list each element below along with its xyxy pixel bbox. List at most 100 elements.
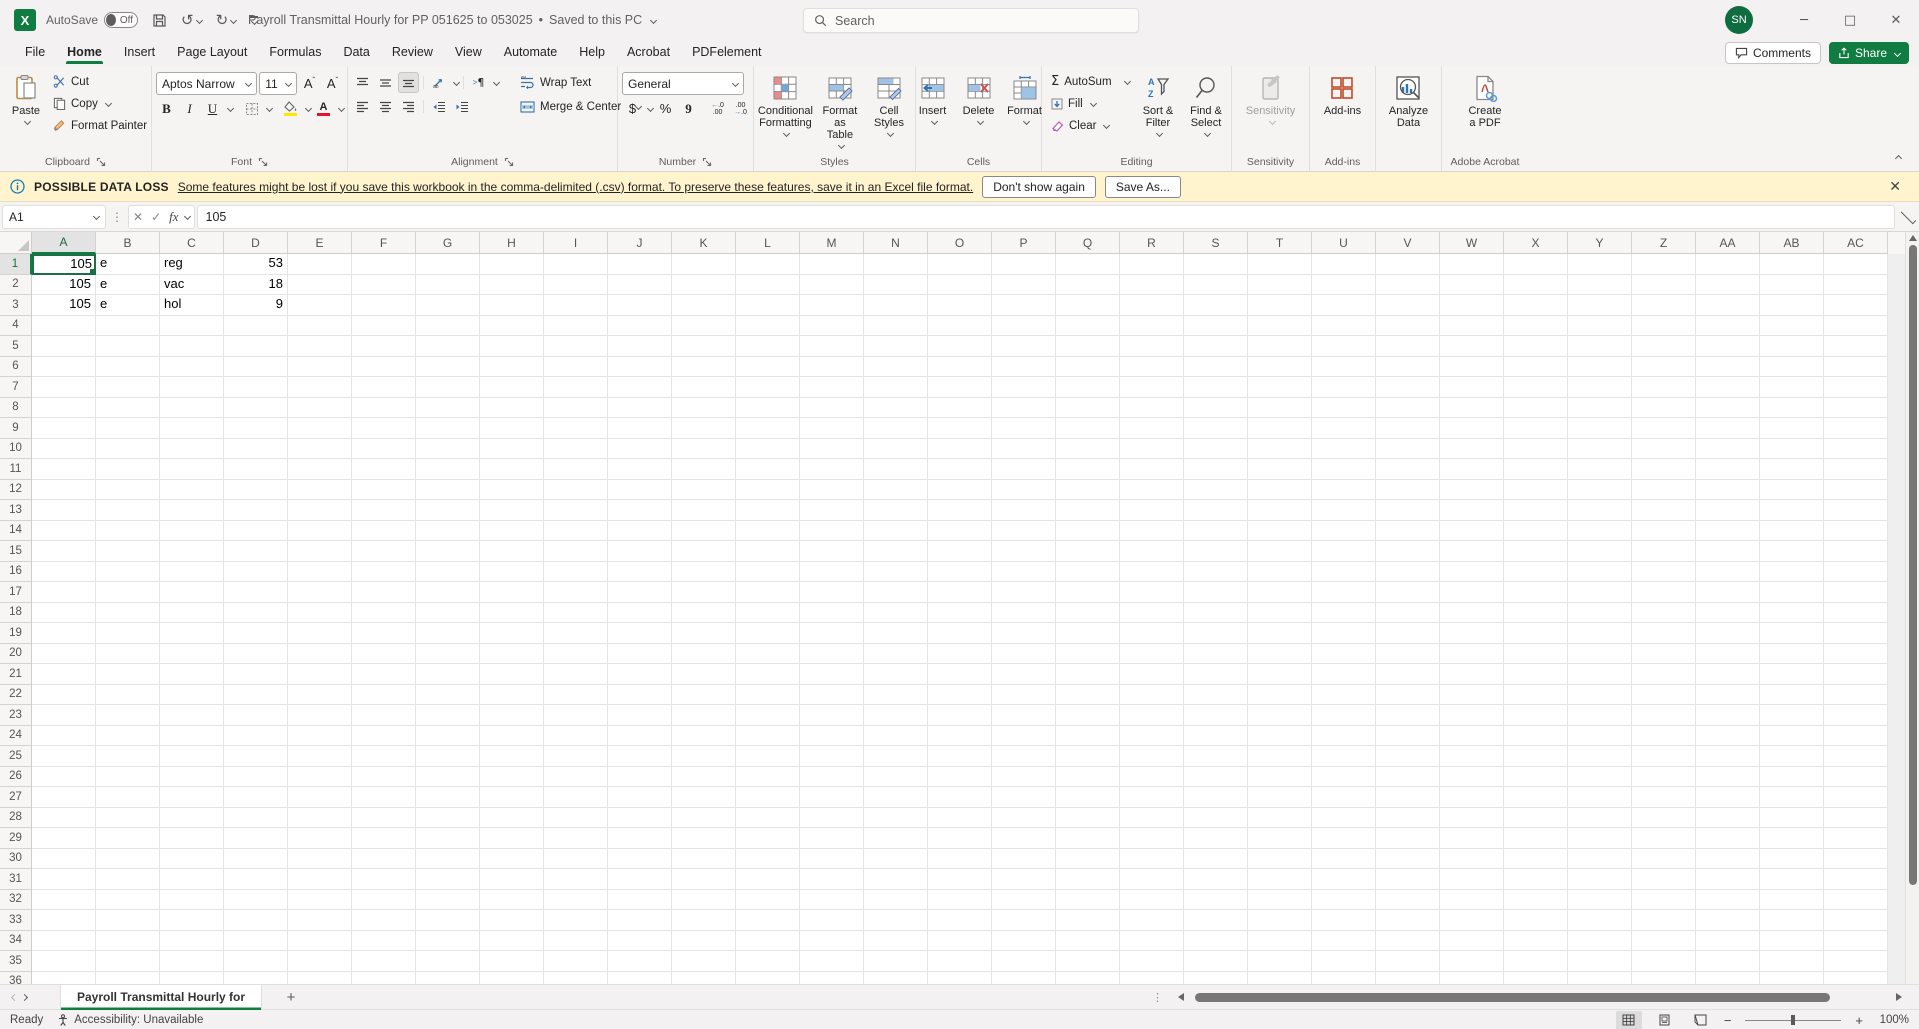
cell-X19[interactable]	[1504, 623, 1568, 644]
cell-V13[interactable]	[1376, 500, 1440, 521]
cell-G31[interactable]	[416, 869, 480, 890]
cell-B10[interactable]	[96, 439, 160, 460]
cell-R31[interactable]	[1120, 869, 1184, 890]
cell-J17[interactable]	[608, 582, 672, 603]
cell-Z4[interactable]	[1632, 316, 1696, 337]
cell-F16[interactable]	[352, 562, 416, 583]
cell-AA14[interactable]	[1696, 521, 1760, 542]
cell-G10[interactable]	[416, 439, 480, 460]
cell-AC32[interactable]	[1824, 890, 1888, 911]
cell-P33[interactable]	[992, 910, 1056, 931]
cell-I34[interactable]	[544, 931, 608, 952]
cell-T12[interactable]	[1248, 480, 1312, 501]
cell-AC14[interactable]	[1824, 521, 1888, 542]
cell-P27[interactable]	[992, 787, 1056, 808]
cell-R7[interactable]	[1120, 377, 1184, 398]
cell-V5[interactable]	[1376, 336, 1440, 357]
cell-K23[interactable]	[672, 705, 736, 726]
column-header-Y[interactable]: Y	[1568, 232, 1632, 254]
cell-D19[interactable]	[224, 623, 288, 644]
row-header-15[interactable]: 15	[0, 541, 32, 562]
cell-V6[interactable]	[1376, 357, 1440, 378]
new-sheet-button[interactable]: +	[276, 989, 306, 1006]
cell-AC9[interactable]	[1824, 418, 1888, 439]
cell-Q24[interactable]	[1056, 726, 1120, 747]
cell-W34[interactable]	[1440, 931, 1504, 952]
cell-I5[interactable]	[544, 336, 608, 357]
cell-G28[interactable]	[416, 808, 480, 829]
cell-S22[interactable]	[1184, 685, 1248, 706]
cell-AB9[interactable]	[1760, 418, 1824, 439]
cell-Y32[interactable]	[1568, 890, 1632, 911]
cell-W28[interactable]	[1440, 808, 1504, 829]
cell-Y3[interactable]	[1568, 295, 1632, 316]
cell-P29[interactable]	[992, 828, 1056, 849]
cell-C7[interactable]	[160, 377, 224, 398]
cell-U13[interactable]	[1312, 500, 1376, 521]
vertical-scroll-thumb[interactable]	[1909, 245, 1917, 885]
cell-R8[interactable]	[1120, 398, 1184, 419]
cell-H4[interactable]	[480, 316, 544, 337]
cell-A28[interactable]	[32, 808, 96, 829]
cell-Z18[interactable]	[1632, 603, 1696, 624]
cell-C17[interactable]	[160, 582, 224, 603]
row-header-6[interactable]: 6	[0, 357, 32, 378]
cell-I8[interactable]	[544, 398, 608, 419]
cell-J16[interactable]	[608, 562, 672, 583]
cell-I25[interactable]	[544, 746, 608, 767]
cell-W22[interactable]	[1440, 685, 1504, 706]
clear-button[interactable]: Clear	[1046, 115, 1132, 136]
cell-Q36[interactable]	[1056, 972, 1120, 985]
cell-V15[interactable]	[1376, 541, 1440, 562]
cell-K15[interactable]	[672, 541, 736, 562]
cell-AA4[interactable]	[1696, 316, 1760, 337]
cell-D7[interactable]	[224, 377, 288, 398]
cell-G18[interactable]	[416, 603, 480, 624]
cell-X22[interactable]	[1504, 685, 1568, 706]
cell-R27[interactable]	[1120, 787, 1184, 808]
cell-B31[interactable]	[96, 869, 160, 890]
cell-AB27[interactable]	[1760, 787, 1824, 808]
cell-K13[interactable]	[672, 500, 736, 521]
cell-R35[interactable]	[1120, 951, 1184, 972]
cell-C29[interactable]	[160, 828, 224, 849]
cell-K18[interactable]	[672, 603, 736, 624]
cell-AA10[interactable]	[1696, 439, 1760, 460]
column-header-T[interactable]: T	[1248, 232, 1312, 254]
cell-AC11[interactable]	[1824, 459, 1888, 480]
cell-H5[interactable]	[480, 336, 544, 357]
cell-T21[interactable]	[1248, 664, 1312, 685]
cell-D12[interactable]	[224, 480, 288, 501]
cell-R23[interactable]	[1120, 705, 1184, 726]
format-as-table-button[interactable]: Format as Table	[815, 70, 865, 151]
cell-L29[interactable]	[736, 828, 800, 849]
cell-S10[interactable]	[1184, 439, 1248, 460]
cell-Q19[interactable]	[1056, 623, 1120, 644]
cell-N25[interactable]	[864, 746, 928, 767]
cell-Y15[interactable]	[1568, 541, 1632, 562]
cell-S7[interactable]	[1184, 377, 1248, 398]
cell-O13[interactable]	[928, 500, 992, 521]
cell-D34[interactable]	[224, 931, 288, 952]
cell-N31[interactable]	[864, 869, 928, 890]
cell-K26[interactable]	[672, 767, 736, 788]
column-header-M[interactable]: M	[800, 232, 864, 254]
cell-C16[interactable]	[160, 562, 224, 583]
cell-D33[interactable]	[224, 910, 288, 931]
cell-AB22[interactable]	[1760, 685, 1824, 706]
cell-Z29[interactable]	[1632, 828, 1696, 849]
cell-AB8[interactable]	[1760, 398, 1824, 419]
cell-O11[interactable]	[928, 459, 992, 480]
cell-E25[interactable]	[288, 746, 352, 767]
cell-N5[interactable]	[864, 336, 928, 357]
cell-Y24[interactable]	[1568, 726, 1632, 747]
cell-S21[interactable]	[1184, 664, 1248, 685]
cell-X17[interactable]	[1504, 582, 1568, 603]
cell-X31[interactable]	[1504, 869, 1568, 890]
cell-D8[interactable]	[224, 398, 288, 419]
cell-H23[interactable]	[480, 705, 544, 726]
cell-E15[interactable]	[288, 541, 352, 562]
cell-V26[interactable]	[1376, 767, 1440, 788]
conditional-formatting-button[interactable]: Conditional Formatting	[758, 70, 813, 139]
cell-B6[interactable]	[96, 357, 160, 378]
